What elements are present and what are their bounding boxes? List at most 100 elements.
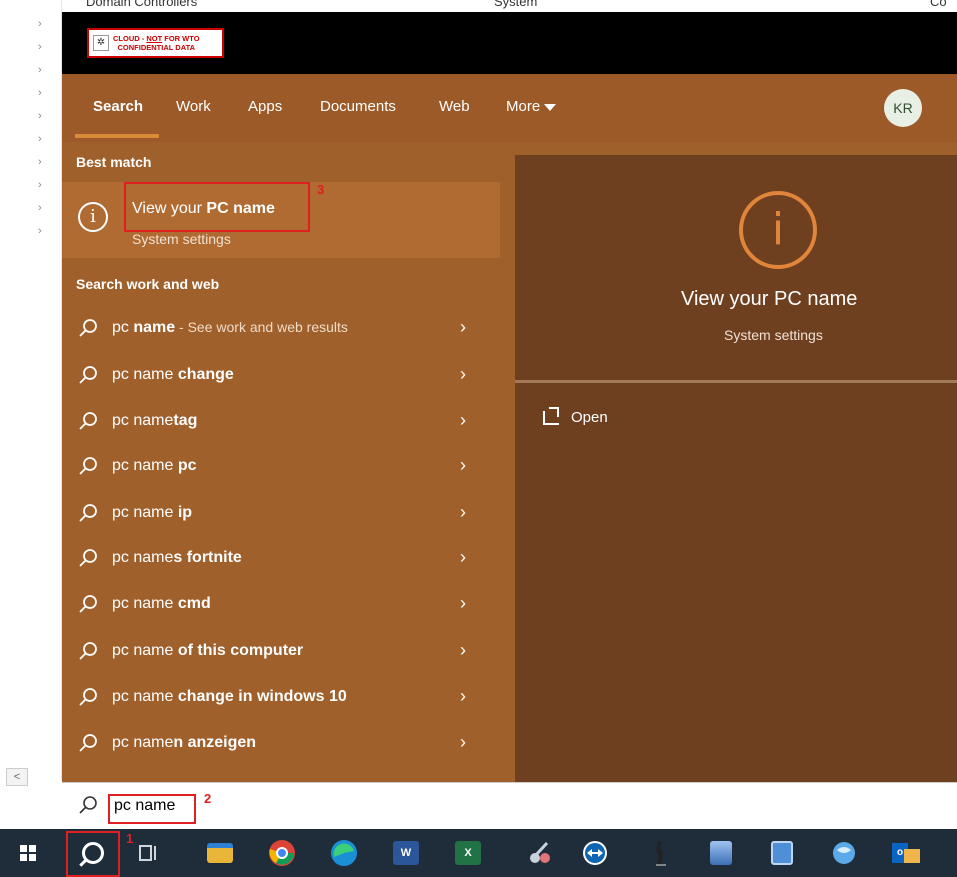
search-icon [79, 734, 97, 752]
best-match-label: Best match [76, 154, 152, 170]
explorer-tree-pane: › › › › › › › › › › [0, 0, 62, 780]
search-icon [79, 504, 97, 522]
suggestion-item[interactable]: pc name ip › [62, 491, 500, 535]
suggestion-item[interactable]: pc name pc › [62, 444, 500, 488]
suggestion-item[interactable]: pc name of this computer › [62, 629, 500, 673]
suggestion-item[interactable]: pc name change › [62, 353, 500, 397]
info-icon: i [78, 202, 108, 232]
badge-text: CLOUD - NOT FOR WTO CONFIDENTIAL DATA [113, 34, 200, 52]
excel-icon[interactable]: X [444, 829, 492, 877]
suggestion-text: pc name ip [112, 504, 193, 521]
search-icon [79, 688, 97, 706]
start-button[interactable] [4, 829, 52, 877]
best-match-item[interactable]: i View your PC name System settings 3 [62, 182, 500, 258]
search-box[interactable]: pc name 2 [62, 782, 957, 828]
search-tabs: Search Work Apps Documents Web More KR [62, 74, 957, 142]
search-icon [79, 412, 97, 430]
chevron-right-icon: › [460, 640, 466, 660]
annotation-number-2: 2 [204, 791, 212, 806]
chevron-right-icon[interactable]: › [38, 87, 42, 99]
active-tab-indicator [75, 134, 159, 138]
preview-subtitle: System settings [724, 327, 823, 343]
server-manager-icon[interactable] [697, 829, 745, 877]
word-icon[interactable]: W [382, 829, 430, 877]
suggestion-item[interactable]: pc names fortnite › [62, 536, 500, 580]
file-explorer-icon[interactable] [196, 829, 244, 877]
suggestion-text: pc names fortnite [112, 549, 242, 566]
chevron-right-icon[interactable]: › [38, 133, 42, 145]
chevron-right-icon: › [460, 317, 466, 337]
suggestion-item[interactable]: pc name change in windows 10 › [62, 675, 500, 719]
tree-item-system[interactable]: System [494, 0, 537, 9]
search-icon [79, 595, 97, 613]
annotation-box-1 [66, 831, 120, 877]
chevron-right-icon: › [460, 410, 466, 430]
chevron-right-icon[interactable]: › [38, 41, 42, 53]
tab-work[interactable]: Work [176, 98, 211, 115]
search-icon [79, 549, 97, 567]
classification-badge: ✲ CLOUD - NOT FOR WTO CONFIDENTIAL DATA [87, 28, 224, 58]
panel-header: ✲ CLOUD - NOT FOR WTO CONFIDENTIAL DATA [62, 12, 957, 74]
divider [515, 380, 957, 383]
user-avatar[interactable]: KR [884, 89, 922, 127]
search-icon [79, 796, 97, 814]
suggestion-text: pc name of this computer [112, 642, 304, 659]
remote-app-icon[interactable] [758, 829, 806, 877]
search-work-web-label: Search work and web [76, 276, 220, 292]
windows-logo-icon [20, 845, 36, 861]
caret-down-icon [544, 103, 557, 111]
annotation-number-3: 3 [317, 182, 325, 197]
network-app-icon[interactable] [820, 829, 868, 877]
chevron-right-icon: › [460, 686, 466, 706]
task-view-icon[interactable] [124, 829, 172, 877]
suggestion-text: pc name pc [112, 457, 197, 474]
chevron-right-icon: › [460, 593, 466, 613]
chevron-right-icon: › [460, 502, 466, 522]
suggestion-text: pc name change in windows 10 [112, 688, 347, 705]
chevron-right-icon[interactable]: › [38, 202, 42, 214]
open-action[interactable]: Open [543, 406, 608, 426]
tab-apps[interactable]: Apps [248, 98, 282, 115]
suggestion-text: pc name - See work and web results [112, 319, 348, 336]
tab-documents[interactable]: Documents [320, 98, 396, 115]
chrome-icon[interactable] [258, 829, 306, 877]
teamviewer-icon[interactable] [571, 829, 619, 877]
preview-title: View your PC name [681, 288, 858, 310]
suggestion-item[interactable]: pc name - See work and web results › [62, 306, 500, 350]
suggestion-text: pc namen anzeigen [112, 734, 257, 751]
tab-web[interactable]: Web [439, 98, 470, 115]
tab-more[interactable]: More [506, 98, 557, 115]
tab-search[interactable]: Search [93, 98, 143, 115]
suggestion-text: pc name cmd [112, 595, 211, 612]
results-list: Best match i View your PC name System se… [62, 142, 500, 782]
search-panel: ✲ CLOUD - NOT FOR WTO CONFIDENTIAL DATA … [62, 12, 957, 782]
chevron-right-icon[interactable]: › [38, 179, 42, 191]
chevron-right-icon[interactable]: › [38, 225, 42, 237]
annotation-box-3 [124, 182, 310, 232]
open-external-icon [543, 406, 559, 425]
chevron-right-icon: › [460, 732, 466, 752]
suggestion-item[interactable]: pc nametag › [62, 399, 500, 443]
search-icon [79, 366, 97, 384]
chevron-right-icon[interactable]: › [38, 18, 42, 30]
snipping-tool-icon[interactable] [516, 829, 564, 877]
open-label: Open [571, 409, 608, 426]
edge-icon[interactable] [320, 829, 368, 877]
tree-item-domain-controllers[interactable]: Domain Controllers [86, 0, 197, 9]
scroll-left-button[interactable]: < [6, 768, 28, 786]
chevron-right-icon[interactable]: › [38, 110, 42, 122]
suggestion-item[interactable]: pc namen anzeigen › [62, 721, 500, 765]
tab-more-label: More [506, 98, 541, 115]
kangaroo-app-icon[interactable] [636, 829, 684, 877]
search-icon [79, 642, 97, 660]
chevron-right-icon[interactable]: › [38, 156, 42, 168]
suggestion-item[interactable]: pc name cmd › [62, 582, 500, 626]
best-match-subtitle: System settings [132, 231, 231, 247]
explorer-top-strip: Domain Controllers System Co [62, 0, 957, 12]
column-header: Co [930, 0, 947, 9]
info-icon: i [739, 191, 817, 269]
outlook-icon[interactable]: o [882, 829, 930, 877]
chevron-right-icon: › [460, 547, 466, 567]
annotation-box-2 [108, 794, 196, 824]
chevron-right-icon[interactable]: › [38, 64, 42, 76]
